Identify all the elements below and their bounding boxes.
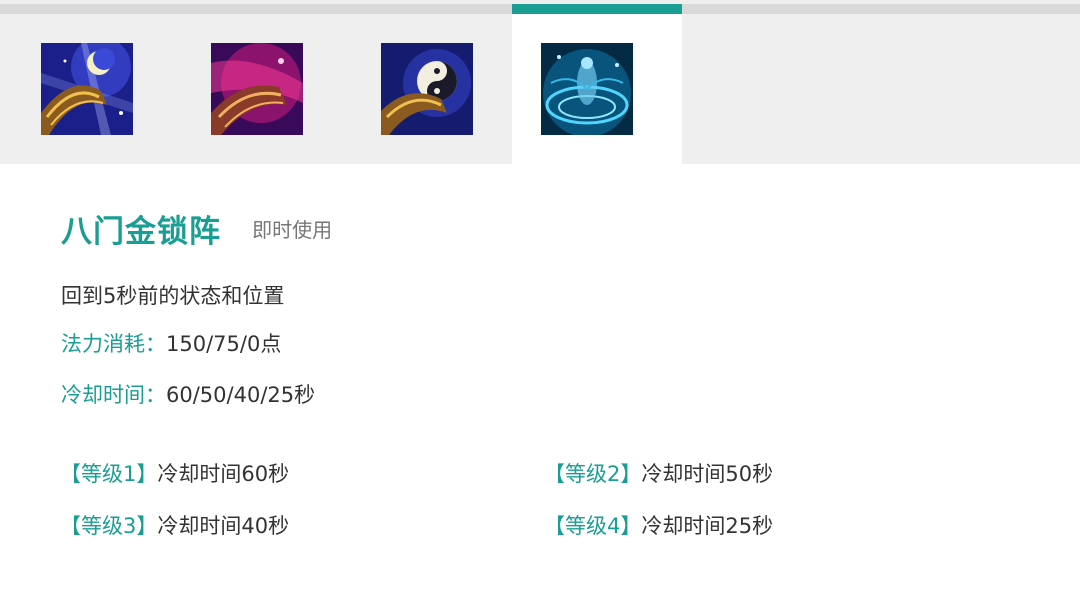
level-2-item: 【等级2】冷却时间50秒	[544, 458, 773, 488]
level-4-tag: 【等级4】	[544, 514, 642, 538]
tab-skill-2[interactable]	[182, 14, 352, 164]
level-1-text: 冷却时间60秒	[157, 462, 290, 486]
tab-skill-3[interactable]	[352, 14, 522, 164]
level-3-item: 【等级3】冷却时间40秒	[60, 510, 289, 540]
level-2-tag: 【等级2】	[544, 462, 642, 486]
level-4-text: 冷却时间25秒	[641, 514, 774, 538]
skill-description: 回到5秒前的状态和位置	[61, 284, 285, 308]
yin-yang-skill-icon	[381, 43, 473, 135]
blue-vortex-skill-icon	[541, 43, 633, 135]
level-3-tag: 【等级3】	[60, 514, 158, 538]
level-1-tag: 【等级1】	[60, 462, 158, 486]
level-details: 【等级1】冷却时间60秒 【等级2】冷却时间50秒 【等级3】冷却时间40秒 【…	[60, 454, 1040, 564]
crescent-moon-skill-icon	[41, 43, 133, 135]
cooldown-value: 60/50/40/25秒	[166, 383, 316, 407]
cooldown-label: 冷却时间：	[61, 383, 166, 407]
skill-name: 八门金锁阵	[61, 214, 221, 250]
tab-skill-4[interactable]	[512, 4, 682, 164]
level-2-text: 冷却时间50秒	[641, 462, 774, 486]
mana-cost-value: 150/75/0点	[166, 332, 282, 356]
skill-title-row: 八门金锁阵 即时使用	[61, 206, 332, 251]
level-1-item: 【等级1】冷却时间60秒	[60, 458, 289, 488]
skill-detail-panel: 八门金锁阵 即时使用 回到5秒前的状态和位置 法力消耗：150/75/0点 冷却…	[0, 164, 1080, 606]
skill-cast-type: 即时使用	[252, 218, 333, 242]
tab-skill-1[interactable]	[12, 14, 182, 164]
level-4-item: 【等级4】冷却时间25秒	[544, 510, 773, 540]
mana-cost-label: 法力消耗：	[61, 332, 166, 356]
mana-cost-row: 法力消耗：150/75/0点	[61, 328, 281, 358]
pink-sleeve-skill-icon	[211, 43, 303, 135]
cooldown-row: 冷却时间：60/50/40/25秒	[61, 379, 315, 409]
level-3-text: 冷却时间40秒	[157, 514, 290, 538]
